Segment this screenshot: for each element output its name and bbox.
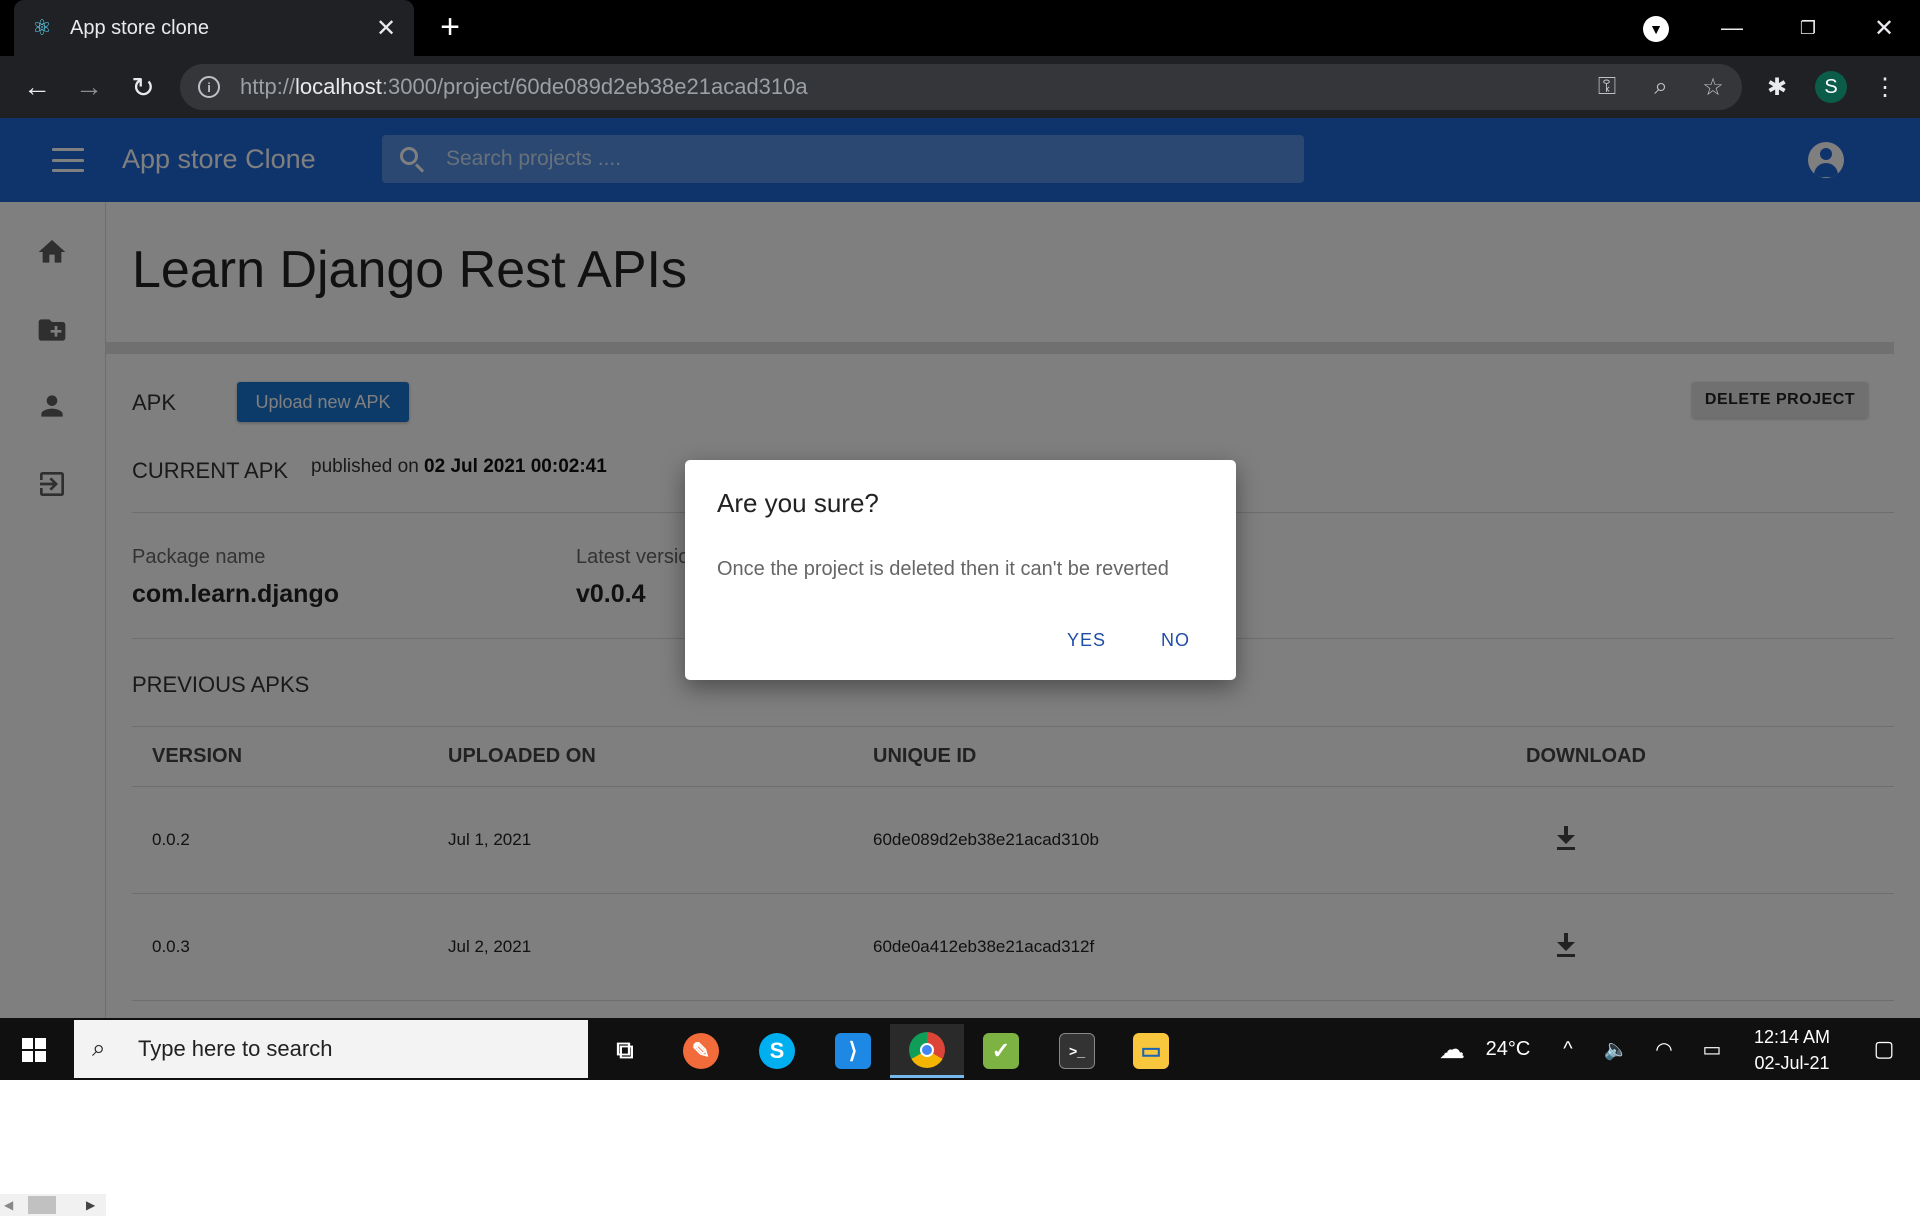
back-button[interactable]: ← <box>18 68 56 106</box>
wifi-icon[interactable]: ◠ <box>1646 1018 1682 1080</box>
react-icon: ⚛ <box>32 15 52 40</box>
forward-button[interactable]: → <box>70 68 108 106</box>
no-button[interactable]: NO <box>1161 630 1190 651</box>
notifications-icon[interactable]: ▢ <box>1864 1018 1904 1080</box>
weather-cloud-icon[interactable]: ☁ <box>1432 1018 1472 1080</box>
volume-icon[interactable]: 🔈 <box>1598 1018 1634 1080</box>
confirm-delete-dialog: Are you sure? Once the project is delete… <box>685 460 1236 680</box>
extensions-icon[interactable]: ✱ <box>1758 68 1796 106</box>
taskbar-search-input[interactable] <box>138 1036 538 1062</box>
taskbar-search: ⌕ <box>74 1020 588 1078</box>
zoom-icon[interactable]: ⌕ <box>1646 72 1676 102</box>
scroll-right-icon[interactable]: ▶ <box>86 1198 95 1212</box>
tab-close-icon[interactable]: ✕ <box>374 14 398 43</box>
profile-avatar[interactable]: S <box>1815 71 1847 103</box>
tray-chevron-icon[interactable]: ^ <box>1550 1018 1586 1080</box>
clock-date: 02-Jul-21 <box>1754 1053 1830 1073</box>
reload-button[interactable]: ↻ <box>124 68 162 106</box>
bookmark-star-icon[interactable]: ☆ <box>1698 72 1728 102</box>
taskbar-clock[interactable]: 12:14 AM 02-Jul-21 <box>1722 1024 1862 1076</box>
minimize-button[interactable]: — <box>1694 0 1770 56</box>
key-icon[interactable]: ⚿ <box>1592 72 1622 102</box>
search-icon: ⌕ <box>92 1035 106 1062</box>
chrome-icon[interactable] <box>890 1024 964 1078</box>
browser-tab[interactable]: ⚛ App store clone ✕ <box>14 0 414 56</box>
clock-time: 12:14 AM <box>1753 1027 1831 1047</box>
notepad-icon[interactable]: ✓ <box>964 1024 1038 1078</box>
postman-icon[interactable]: ✎ <box>664 1024 738 1078</box>
url-text: http://localhost:3000/project/60de089d2e… <box>240 74 808 99</box>
new-tab-button[interactable]: + <box>432 10 468 46</box>
skype-icon[interactable]: S <box>740 1024 814 1078</box>
vscode-icon[interactable]: ⟩ <box>816 1024 890 1078</box>
horizontal-scrollbar[interactable]: ◀ ▶ <box>0 1194 106 1216</box>
windows-taskbar: ⌕ ⧉ ✎ S ⟩ ✓ >_ ▭ ☁ 24°C ^ 🔈 ◠ ▭ 12:14 AM… <box>0 1018 1920 1080</box>
dialog-message: Once the project is deleted then it can'… <box>717 558 1169 580</box>
address-bar[interactable]: i http://localhost:3000/project/60de089d… <box>180 64 1742 110</box>
browser-toolbar: ← → ↻ i http://localhost:3000/project/60… <box>0 56 1920 118</box>
terminal-icon[interactable]: >_ <box>1040 1024 1114 1078</box>
browser-menu-icon[interactable]: ⋮ <box>1866 68 1904 106</box>
dialog-title: Are you sure? <box>717 488 879 518</box>
scroll-left-icon[interactable]: ◀ <box>4 1198 13 1212</box>
restore-button[interactable]: ❐ <box>1770 0 1846 56</box>
browser-tab-strip: ⚛ App store clone ✕ + ▼ — ❐ ✕ <box>0 0 1920 56</box>
file-explorer-icon[interactable]: ▭ <box>1114 1024 1188 1078</box>
yes-button[interactable]: YES <box>1067 630 1106 651</box>
tab-search-icon[interactable]: ▼ <box>1643 16 1669 42</box>
close-window-button[interactable]: ✕ <box>1846 0 1920 56</box>
windows-start-icon[interactable] <box>22 1038 46 1062</box>
tab-title: App store clone <box>70 16 209 39</box>
temperature[interactable]: 24°C <box>1476 1018 1540 1080</box>
scroll-thumb[interactable] <box>28 1196 56 1214</box>
site-info-icon[interactable]: i <box>198 76 220 98</box>
task-view-icon[interactable]: ⧉ <box>588 1024 662 1078</box>
